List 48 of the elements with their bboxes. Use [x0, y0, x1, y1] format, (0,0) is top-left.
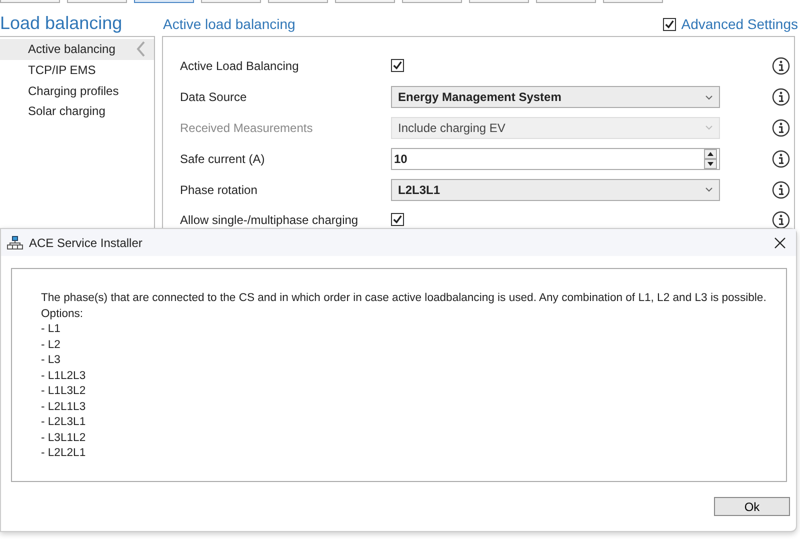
checkbox-label: Advanced Settings [681, 16, 798, 32]
message-line: - L3L1L2 [41, 430, 87, 446]
message-line: - L2L3L1 [41, 415, 87, 430]
tab[interactable] [134, 0, 194, 3]
message-line: - L2L1L3 [41, 400, 87, 414]
setting-label: Data Source [179, 90, 248, 104]
message-line: - L2L2L1 [41, 446, 87, 461]
info-icon[interactable] [772, 211, 790, 230]
check-icon [664, 18, 676, 30]
ok-button[interactable]: Ok [714, 497, 790, 516]
setting-label: Allow single-/multiphase charging [179, 213, 360, 228]
info-icon[interactable] [772, 150, 790, 168]
dialog-title: ACE Service Installer [29, 236, 142, 250]
caret-icon [705, 94, 713, 100]
sidebar-item[interactable]: Active balancing [0, 39, 154, 60]
dropdown[interactable]: Energy Management System [391, 86, 720, 108]
checkbox[interactable] [663, 18, 676, 30]
caret-icon [705, 187, 713, 192]
message-line: - L1 [41, 322, 62, 337]
network-icon [7, 236, 23, 250]
setting-label: Active Load Balancing [179, 59, 300, 74]
message-line: - L1L3L2 [41, 384, 87, 399]
checkbox[interactable] [391, 212, 404, 226]
setting-label: Safe current (A) [179, 152, 266, 166]
close-icon[interactable] [774, 236, 786, 248]
info-icon[interactable] [772, 57, 790, 76]
message-line: The phase(s) that are connected to the CS and in which order in case active loadbalancing is used. Any combination of L1, L2 and L3 is possible. [41, 291, 768, 306]
message-line: - L2 [41, 338, 62, 352]
info-icon[interactable] [772, 118, 790, 137]
caret-icon [705, 125, 713, 130]
sidebar-item[interactable]: Solar charging [0, 101, 154, 122]
setting-label: Received Measurements [179, 120, 314, 135]
chevron-left-icon [136, 41, 146, 58]
advanced-settings-checkbox[interactable]: Advanced Settings [663, 16, 800, 34]
section-title: Active load balancing [163, 16, 296, 34]
message-line: Options: [41, 306, 84, 322]
sidebar-item[interactable]: TCP/IP EMS [0, 60, 154, 80]
info-icon[interactable] [772, 180, 790, 199]
message-line: - L1L2L3 [41, 368, 87, 384]
page-title: Load balancing [0, 13, 124, 34]
check-icon [392, 214, 403, 225]
message-line: - L3 [41, 353, 62, 368]
info-icon[interactable] [772, 88, 790, 106]
check-icon [392, 60, 403, 71]
sidebar-item[interactable]: Charging profiles [0, 80, 154, 102]
dropdown[interactable]: L2L3L1 [391, 178, 720, 201]
checkbox[interactable] [391, 58, 404, 72]
setting-label: Phase rotation [179, 182, 258, 197]
